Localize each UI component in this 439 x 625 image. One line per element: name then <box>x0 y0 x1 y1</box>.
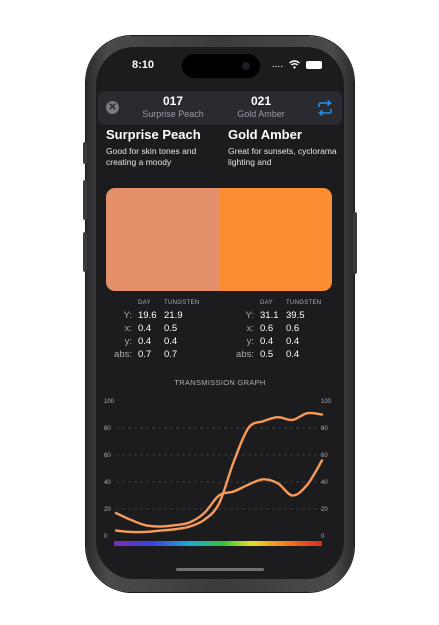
stats-row: Y: 31.1 39.5 <box>245 310 305 321</box>
y-tick-right: 0 <box>321 534 325 540</box>
y-tick-right: 100 <box>321 399 332 405</box>
stats-row: y: 0.4 0.4 <box>246 336 300 347</box>
stats-header-day: DAY <box>260 300 273 306</box>
y-tick-left: 80 <box>104 426 111 432</box>
home-indicator <box>176 568 264 571</box>
y-tick-left: 20 <box>104 507 111 513</box>
transmission-graph: 0 0 20 20 40 40 60 60 80 80 100 100 <box>104 399 332 546</box>
right-filter-title: Gold Amber <box>228 127 302 142</box>
left-filter-description: Good for skin tones and creating a moody <box>106 146 197 167</box>
close-icon[interactable]: ✕ <box>106 101 119 114</box>
y-tick-left: 0 <box>104 534 108 540</box>
dynamic-island <box>182 54 260 78</box>
filter-compare-header: ✕ 017 Surprise Peach 021 Gold Amber <box>98 91 342 125</box>
status-icons: .... <box>272 59 322 70</box>
y-tick-right: 40 <box>321 480 328 486</box>
swap-arrows-icon[interactable] <box>316 99 334 117</box>
left-filter-name: Surprise Peach <box>142 109 204 119</box>
spectrum-bar <box>114 541 322 546</box>
y-tick-right: 80 <box>321 426 328 432</box>
status-time: 8:10 <box>132 59 155 71</box>
right-filter-info: Gold Amber Great for sunsets, cyclorama … <box>228 127 340 168</box>
phone-volume-down-button <box>83 232 87 272</box>
stats-row: Y: 19.6 21.9 <box>123 310 183 321</box>
left-filter-info: Surprise Peach Good for skin tones and c… <box>106 127 218 168</box>
y-tick-left: 60 <box>104 453 111 459</box>
left-filter-header[interactable]: 017 Surprise Peach <box>128 94 218 119</box>
left-filter-title: Surprise Peach <box>106 127 201 142</box>
series-line-gold-amber <box>114 411 324 534</box>
left-color-swatch <box>106 188 219 291</box>
battery-icon <box>306 60 322 69</box>
y-tick-left: 100 <box>104 399 115 405</box>
stats-header-tungsten: TUNGSTEN <box>286 300 322 306</box>
stats-row: abs: 0.7 0.7 <box>114 349 178 360</box>
signal-dots: .... <box>271 59 283 70</box>
stats-row: x: 0.4 0.5 <box>124 323 178 334</box>
phone-volume-up-button <box>83 180 87 220</box>
app-screen: 8:10 .... ✕ 017 Surprise Peach 021 Gold … <box>96 47 344 579</box>
series-line-surprise-peach <box>114 459 324 528</box>
y-tick-left: 40 <box>104 480 111 486</box>
phone-action-button <box>83 142 87 164</box>
right-filter-name: Gold Amber <box>237 109 285 119</box>
color-swatches <box>106 188 332 291</box>
right-color-swatch <box>219 188 332 291</box>
wifi-icon <box>289 60 300 69</box>
right-filter-number: 021 <box>250 94 272 108</box>
right-filter-description: Great for sunsets, cyclorama lighting an… <box>228 146 337 167</box>
y-tick-right: 60 <box>321 453 328 459</box>
camera-icon <box>242 62 250 70</box>
right-filter-header[interactable]: 021 Gold Amber <box>216 94 306 119</box>
stats-header-day: DAY <box>138 300 151 306</box>
stats-row: abs: 0.5 0.4 <box>236 349 300 360</box>
stats-row: y: 0.4 0.4 <box>124 336 178 347</box>
graph-title: TRANSMISSION GRAPH <box>174 378 266 387</box>
stats-header-tungsten: TUNGSTEN <box>164 300 200 306</box>
stats-row: x: 0.6 0.6 <box>246 323 300 334</box>
y-tick-right: 20 <box>321 507 328 513</box>
phone-power-button <box>353 212 357 274</box>
left-filter-number: 017 <box>162 94 184 108</box>
